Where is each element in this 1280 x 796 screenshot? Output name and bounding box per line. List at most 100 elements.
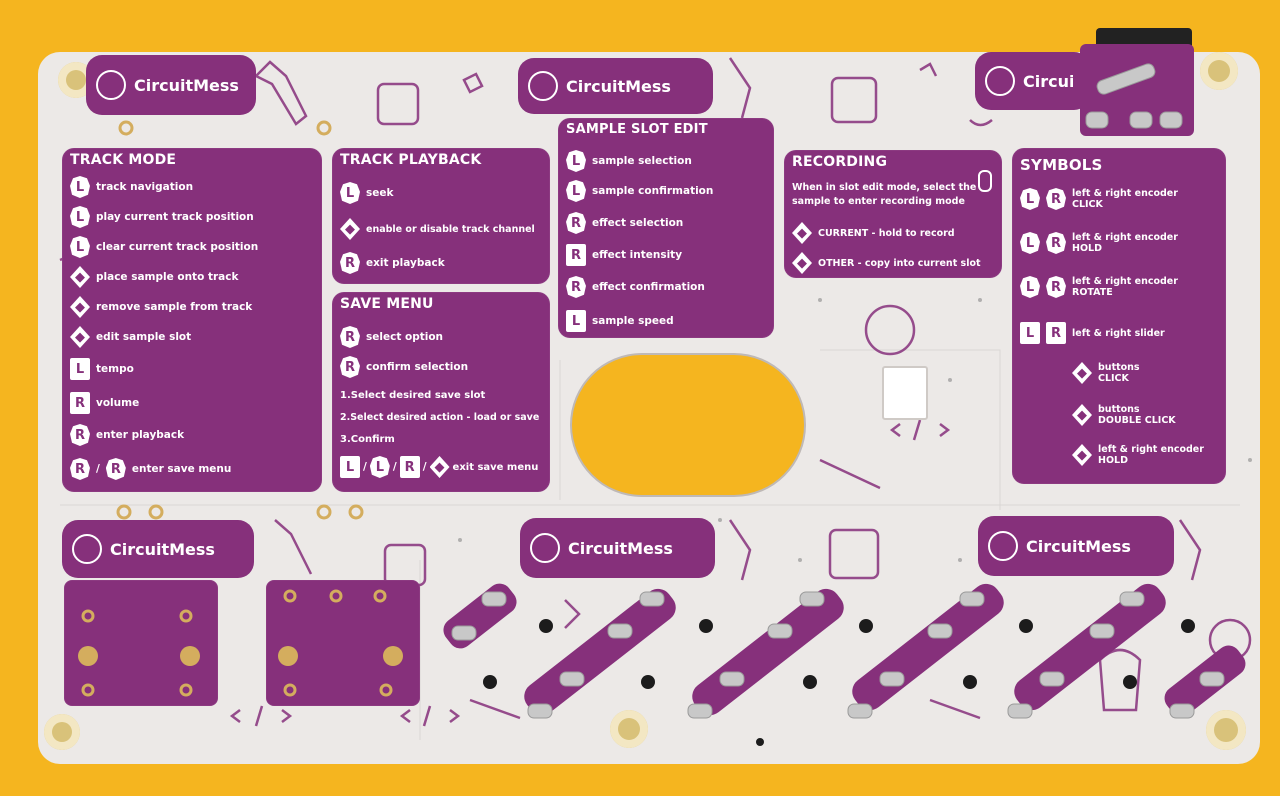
right-encoder-rotate-icon: R (1046, 276, 1066, 298)
track-mode-item: place sample onto track (96, 271, 239, 283)
save-menu-title: SAVE MENU (340, 296, 434, 312)
mount-hole-bottom-center (610, 710, 648, 748)
button-click-icon: ◆ (1072, 362, 1092, 384)
track-playback-panel: TRACK PLAYBACK Lseek ◆ enable or disable … (332, 148, 550, 284)
circuitmess-logo-icon (96, 70, 126, 100)
track-mode-item: volume (96, 397, 140, 409)
save-step: 3.Confirm (340, 434, 395, 445)
logo-top-right: CircuitMess (975, 52, 1090, 110)
track-mode-item: play current track position (96, 211, 254, 223)
save-step: 2.Select desired action - load or save (340, 412, 540, 423)
brand-text: CircuitMess (566, 76, 671, 96)
right-slider-icon: R (1046, 322, 1066, 344)
right-encoder-hold-icon: R (105, 458, 126, 480)
white-connector (882, 366, 928, 420)
save-menu-panel: SAVE MENU Rselect option Rconfirm select… (332, 292, 550, 492)
circuitmess-logo-icon (528, 71, 558, 101)
right-encoder-click-icon: R (566, 276, 586, 298)
brand-text: CircuitMess (568, 538, 673, 558)
brand-text: CircuitMess (110, 539, 215, 559)
button-double-click-icon: ◆ (70, 296, 90, 318)
track-mode-item: tempo (96, 363, 134, 375)
track-mode-panel: TRACK MODE Ltrack navigation Lplay curre… (62, 148, 322, 492)
circuitmess-logo-icon (988, 531, 1018, 561)
left-slider-icon: L (1020, 322, 1040, 344)
symbols-line: HOLD (1098, 455, 1128, 466)
button-icon: ◆ (340, 218, 360, 240)
recording-item: OTHER - copy into current slot (818, 257, 981, 269)
sample-slot-edit-title: SAMPLE SLOT EDIT (566, 122, 708, 137)
left-encoder-hold-icon: L (70, 206, 90, 228)
left-slider-icon: L (70, 358, 90, 380)
track-mode-item: edit sample slot (96, 331, 192, 343)
audio-jack-board (1080, 44, 1194, 136)
symbols-line: left & right encoder (1072, 232, 1178, 243)
left-encoder-hold-icon: L (1020, 232, 1040, 254)
sample-slot-item: effect intensity (592, 249, 683, 261)
track-mode-title: TRACK MODE (70, 152, 177, 168)
track-playback-item: seek (366, 187, 394, 199)
sample-slot-item: effect confirmation (592, 281, 705, 293)
track-mode-item: enter playback (96, 429, 185, 441)
mount-hole-bottom-left (44, 714, 80, 750)
symbols-line: buttons (1098, 362, 1140, 373)
right-slider-icon: R (70, 392, 90, 414)
symbols-line: ROTATE (1072, 287, 1113, 298)
right-encoder-icon: R (340, 326, 360, 348)
symbols-line: left & right encoder (1098, 444, 1204, 455)
track-mode-item: enter save menu (131, 463, 232, 475)
save-menu-item: confirm selection (366, 361, 469, 373)
symbols-line: left & right slider (1072, 327, 1165, 339)
sample-slot-edit-panel: SAMPLE SLOT EDIT Lsample selection Lsamp… (558, 118, 774, 338)
sample-slot-item: sample confirmation (592, 185, 714, 197)
track-mode-item: remove sample from track (96, 301, 253, 313)
right-encoder-hold-icon: R (1046, 232, 1066, 254)
right-slider-icon: R (566, 244, 586, 266)
right-encoder-click-icon: R (340, 356, 360, 378)
logo-bottom-center: CircuitMess (520, 518, 715, 578)
sample-slot-item: sample selection (592, 155, 692, 167)
left-slider-icon: L (566, 310, 586, 332)
symbols-line: DOUBLE CLICK (1098, 415, 1176, 426)
track-mode-item: clear current track position (96, 241, 259, 253)
symbols-line: HOLD (1072, 243, 1102, 254)
left-encoder-icon: L (566, 150, 586, 172)
symbols-line: CLICK (1098, 373, 1129, 384)
symbols-title: SYMBOLS (1020, 156, 1103, 174)
brand-text: CircuitMess (1023, 71, 1073, 91)
button-icon: ◆ (70, 266, 90, 288)
brand-text: CircuitMess (134, 75, 239, 95)
button-hold-icon: ◆ (792, 222, 812, 244)
recording-desc: When in slot edit mode, select the (792, 182, 977, 193)
left-encoder-rotate-icon: L (1020, 276, 1040, 298)
track-playback-title: TRACK PLAYBACK (340, 152, 482, 168)
right-encoder-click-icon: R (1046, 188, 1066, 210)
track-playback-item: exit playback (366, 257, 445, 269)
symbols-line: buttons (1098, 404, 1140, 415)
symbols-line: CLICK (1072, 199, 1103, 210)
right-encoder-icon: R (566, 212, 586, 234)
mount-hole-top-right (1200, 52, 1238, 90)
left-encoder-click-icon: L (566, 180, 586, 202)
left-encoder-icon: L (369, 456, 390, 478)
save-menu-item: select option (366, 331, 444, 343)
left-encoder-click-icon: L (70, 176, 90, 198)
right-slider-icon: R (399, 456, 420, 478)
track-playback-item: enable or disable track channel (366, 223, 535, 235)
circuitmess-logo-icon (72, 534, 102, 564)
right-encoder-icon: R (70, 424, 90, 446)
logo-top-center: CircuitMess (518, 58, 713, 114)
symbols-panel: SYMBOLS L R left & right encoder CLICK L … (1012, 148, 1226, 484)
recording-item: CURRENT - hold to record (818, 227, 955, 239)
recording-panel: RECORDING When in slot edit mode, select… (784, 150, 1002, 278)
recording-title: RECORDING (792, 154, 888, 170)
right-encoder-icon: R (340, 252, 360, 274)
sample-slot-item: sample speed (592, 315, 674, 327)
microphone-icon (978, 170, 992, 192)
circuitmess-logo-icon (985, 66, 1015, 96)
left-encoder-icon: L (340, 182, 360, 204)
logo-bottom-right: CircuitMess (978, 516, 1174, 576)
right-encoder-icon: R (70, 458, 90, 480)
mount-hole-bottom-right (1206, 710, 1246, 750)
left-encoder-click-icon: L (1020, 188, 1040, 210)
